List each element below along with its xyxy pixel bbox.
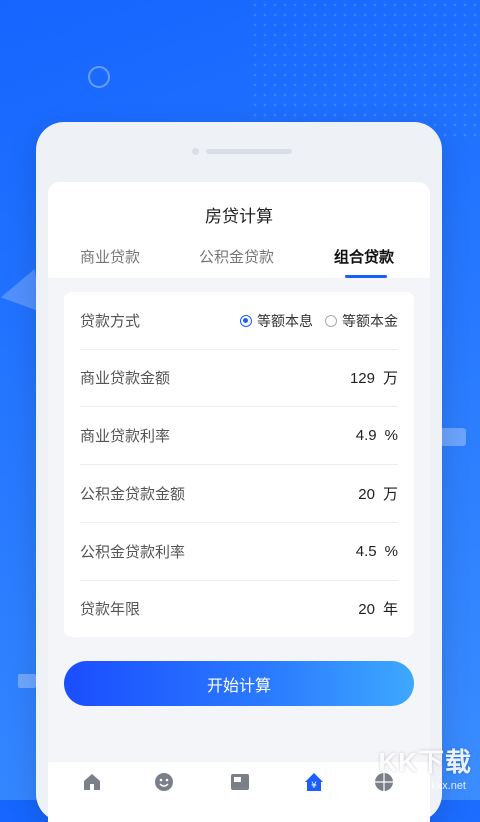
background-folder-icon [440,428,466,446]
commercial-loan-rate-label: 商业贷款利率 [80,428,171,445]
card-icon[interactable] [230,772,250,792]
tab-provident-fund-loan[interactable]: 公积金贷款 [199,246,274,267]
watermark-logo: KK下载 [378,747,472,777]
commercial-loan-amount-label: 商业贷款金额 [80,370,171,387]
phone-speaker [206,149,292,154]
provident-loan-rate-row[interactable]: 公积金贷款利率 4.5% [80,523,398,581]
commercial-loan-rate-value[interactable]: 4.9% [356,427,398,444]
tab-combined-loan[interactable]: 组合贷款 [334,246,394,267]
provident-loan-rate-value[interactable]: 4.5% [356,543,398,560]
yuan-house-icon[interactable]: ¥ [304,772,324,792]
loan-type-tabs: 商业贷款 公积金贷款 组合贷款 [48,246,430,278]
phone-mockup: 房贷计算 商业贷款 公积金贷款 组合贷款 贷款方式 等额本息 等额本金 商业贷款… [36,122,442,822]
loan-term-row[interactable]: 贷款年限 20 年 [80,580,398,637]
loan-term-label: 贷款年限 [80,601,141,618]
radio-selected-icon [240,314,252,327]
provident-loan-amount-label: 公积金贷款金额 [80,486,186,503]
tab-commercial-loan[interactable]: 商业贷款 [80,246,140,267]
radio-equal-principal-label: 等额本金 [342,312,398,329]
radio-equal-installment-label: 等额本息 [257,312,313,329]
app-header: 房贷计算 商业贷款 公积金贷款 组合贷款 [48,182,430,278]
watermark-url: www.kkx.net [404,780,466,792]
home-icon[interactable] [82,772,102,792]
loan-form-card: 贷款方式 等额本息 等额本金 商业贷款金额 129 万 商业贷款利率 4.9 %… [64,292,414,637]
bottom-navigation: ¥ [48,762,430,822]
provident-loan-rate-label: 公积金贷款利率 [80,544,186,561]
radio-equal-principal[interactable]: 等额本金 [325,311,398,331]
loan-method-row: 贷款方式 等额本息 等额本金 [80,292,398,350]
active-tab-indicator [345,275,387,278]
commercial-loan-rate-row[interactable]: 商业贷款利率 4.9% [80,407,398,465]
start-calculate-button[interactable]: 开始计算 [64,661,414,706]
background-dot-pattern [250,0,480,140]
smile-icon[interactable] [154,772,174,792]
page-title: 房贷计算 [205,207,273,226]
loan-method-options: 等额本息 等额本金 [240,311,398,331]
radio-equal-installment[interactable]: 等额本息 [240,311,313,331]
provident-loan-amount-value[interactable]: 20 万 [358,483,398,504]
loan-term-value[interactable]: 20 年 [358,598,398,619]
loan-method-label: 贷款方式 [80,313,141,330]
provident-loan-amount-row[interactable]: 公积金贷款金额 20 万 [80,465,398,523]
background-circle-icon [88,66,110,88]
background-folder-icon-small [18,674,36,688]
commercial-loan-amount-row[interactable]: 商业贷款金额 129 万 [80,349,398,407]
radio-unselected-icon [325,314,337,327]
commercial-loan-amount-value[interactable]: 129 万 [350,367,398,388]
phone-camera [192,148,199,155]
app-screen: 房贷计算 商业贷款 公积金贷款 组合贷款 贷款方式 等额本息 等额本金 商业贷款… [48,182,430,822]
svg-text:¥: ¥ [311,781,317,791]
